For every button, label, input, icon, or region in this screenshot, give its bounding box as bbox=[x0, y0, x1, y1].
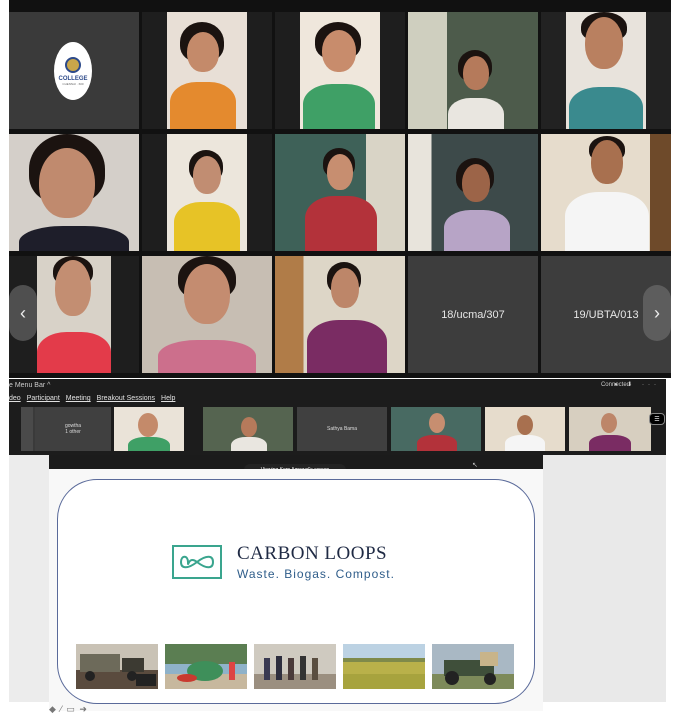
video-tile-participant[interactable] bbox=[9, 134, 139, 251]
video-tile-participant[interactable] bbox=[408, 12, 538, 129]
participant-sub: 1 other bbox=[65, 429, 81, 435]
participant-name: Sathya Bama bbox=[326, 426, 358, 432]
meeting-menu-bar: e Menu Bar ^ deo Participant Meeting Bre… bbox=[9, 379, 666, 455]
previous-page-arrow-icon[interactable]: ‹ bbox=[9, 285, 37, 341]
slide-photo-field bbox=[343, 644, 425, 689]
slide-photo-tractor bbox=[432, 644, 514, 689]
slide-navigation-icon[interactable]: ◆ ⁄ ▭ ➜ bbox=[49, 704, 88, 715]
participant-name: 19/UBTA/013 bbox=[573, 308, 639, 321]
video-tile-participant[interactable] bbox=[275, 134, 405, 251]
thumbnail-participant[interactable] bbox=[391, 407, 481, 451]
slide-photo-group bbox=[254, 644, 336, 689]
participant-name: 18/ucma/307 bbox=[441, 308, 505, 321]
chat-button[interactable]: ☰ bbox=[649, 413, 665, 425]
menu-item-video[interactable]: deo bbox=[9, 395, 21, 402]
menu-item-help[interactable]: Help bbox=[161, 395, 175, 402]
video-gallery: COLLEGE CHENNAI · 600 18/ucma/307 19/UBT… bbox=[9, 0, 671, 378]
video-tile-participant[interactable] bbox=[541, 134, 671, 251]
thumbnail-participant[interactable]: Sathya Bama bbox=[297, 407, 387, 451]
thumbnail-participant[interactable] bbox=[485, 407, 565, 451]
window-controls-icon[interactable]: ● ⬇ ··· bbox=[614, 381, 660, 388]
college-logo: COLLEGE CHENNAI · 600 bbox=[54, 42, 92, 100]
video-tile-participant[interactable] bbox=[408, 134, 538, 251]
menu-bar-title[interactable]: e Menu Bar ^ bbox=[9, 382, 50, 389]
menu-item-participant[interactable]: Participant bbox=[27, 395, 60, 402]
video-tile-college-logo[interactable]: COLLEGE CHENNAI · 600 bbox=[9, 12, 139, 129]
video-tile-participant[interactable] bbox=[142, 12, 272, 129]
thumbnail-participant[interactable] bbox=[114, 407, 184, 451]
thumbnail-participant[interactable] bbox=[569, 407, 651, 451]
video-tile-participant[interactable] bbox=[541, 12, 671, 129]
slide-photo-truck bbox=[76, 644, 158, 689]
share-margin-right bbox=[543, 455, 666, 702]
video-tile-name-only[interactable]: 18/ucma/307 bbox=[408, 256, 538, 373]
share-margin-left bbox=[9, 455, 49, 702]
seal-icon bbox=[65, 56, 81, 73]
video-tile-participant[interactable] bbox=[275, 12, 405, 129]
menu-item-meeting[interactable]: Meeting bbox=[66, 395, 91, 402]
slide-title: CARBON LOOPS bbox=[237, 543, 388, 564]
video-tile-participant[interactable] bbox=[275, 256, 405, 373]
next-page-arrow-icon[interactable]: › bbox=[643, 285, 671, 341]
cursor-icon: ↖ bbox=[472, 462, 478, 469]
video-tile-participant[interactable] bbox=[142, 256, 272, 373]
thumbnail-participant[interactable]: gowtha 1 other bbox=[21, 407, 111, 451]
slide-photo-biogas-tank bbox=[165, 644, 247, 689]
menu-item-breakout-sessions[interactable]: Breakout Sessions bbox=[97, 395, 155, 402]
infinity-loop-icon bbox=[172, 545, 222, 579]
thumbnail-participant[interactable] bbox=[203, 407, 293, 451]
menu-row: deo Participant Meeting Breakout Session… bbox=[9, 395, 175, 402]
shared-slide: CARBON LOOPS Waste. Biogas. Compost. ◆ ⁄… bbox=[49, 469, 543, 714]
video-tile-participant[interactable] bbox=[142, 134, 272, 251]
slide-subtitle: Waste. Biogas. Compost. bbox=[237, 567, 395, 581]
